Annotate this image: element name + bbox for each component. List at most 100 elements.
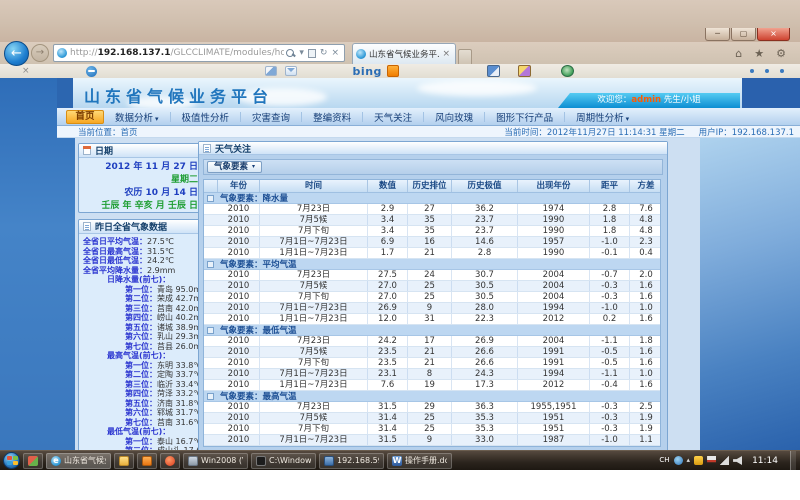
taskbar-app-media[interactable]: [137, 453, 157, 469]
start-button[interactable]: [3, 452, 20, 469]
column-header-6[interactable]: 距平: [590, 180, 630, 192]
refresh-icon[interactable]: ↻: [318, 48, 330, 58]
minimize-button[interactable]: ─: [705, 28, 730, 41]
taskbar-app-remote[interactable]: 192.168.59.99...: [319, 453, 384, 469]
table-row[interactable]: 20107月23日27.52430.72004-0.72.0: [204, 270, 660, 281]
nav-item-0[interactable]: 首页: [66, 110, 104, 124]
taskbar-app-console[interactable]: C:\Windows\s...: [251, 453, 316, 469]
show-desktop-button[interactable]: [790, 451, 796, 471]
taskbar-app-folder[interactable]: [114, 453, 134, 469]
column-header-2[interactable]: 数值: [368, 180, 408, 192]
bing-logo[interactable]: bing: [353, 65, 382, 78]
table-row[interactable]: 20107月23日31.52936.31955,1951-0.32.5: [204, 402, 660, 413]
taskbar-app-player[interactable]: [160, 453, 180, 469]
nav-item-6[interactable]: 风向玫瑰: [424, 110, 484, 124]
settings-gear-icon[interactable]: ⚙: [776, 47, 786, 60]
expand-collapse-icon[interactable]: [207, 261, 214, 268]
blocked-addon-icon[interactable]: [86, 66, 97, 77]
table-row[interactable]: 20107月1日~7月23日26.9928.01994-1.01.0: [204, 303, 660, 314]
mail-icon[interactable]: [285, 66, 297, 76]
tab-close-icon[interactable]: ×: [440, 49, 452, 59]
table-row[interactable]: 20107月1日~7月23日6.91614.61957-1.02.3: [204, 237, 660, 248]
tray-hidden-icon[interactable]: ▴: [687, 456, 691, 465]
url-text[interactable]: http://192.168.137.1/GLCCLIMATE/modules/…: [70, 48, 284, 58]
tab-title: 山东省气候业务平...: [369, 48, 440, 60]
home-icon[interactable]: ⌂: [735, 47, 742, 60]
table-row[interactable]: 20107月下旬23.52126.61991-0.51.6: [204, 358, 660, 369]
nav-item-2[interactable]: 极值性分析: [171, 110, 241, 124]
table-row[interactable]: 20107月1日~7月23日31.5933.01987-1.01.1: [204, 435, 660, 446]
close-pane-icon[interactable]: ×: [22, 66, 30, 76]
info-bar: 当前位置：首页 当前时间：2012年11月27日 11:14:31 星期二 用户…: [57, 126, 800, 138]
column-header-1[interactable]: 时间: [260, 180, 368, 192]
taskbar-app-word[interactable]: W操作手册.docx ...: [387, 453, 452, 469]
table-row[interactable]: 20107月下旬27.02530.52004-0.31.6: [204, 292, 660, 303]
address-bar[interactable]: http://192.168.137.1/GLCCLIMATE/modules/…: [53, 44, 345, 62]
table-row[interactable]: 20107月5候3.43523.719901.84.8: [204, 215, 660, 226]
nav-item-8[interactable]: 周期性分析▾: [565, 110, 640, 124]
expand-collapse-icon[interactable]: [207, 393, 214, 400]
nav-item-3[interactable]: 灾害查询: [241, 110, 301, 124]
autocomplete-caret-icon[interactable]: ▾: [297, 48, 306, 58]
favorites-star-icon[interactable]: ★: [754, 47, 764, 60]
search-icon[interactable]: [286, 49, 295, 58]
group-header-2[interactable]: 气象要素：最低气温: [204, 325, 660, 336]
table-row[interactable]: 20107月5候27.02530.52004-0.31.6: [204, 281, 660, 292]
nav-item-7[interactable]: 图形下行产品: [485, 110, 564, 124]
table-row[interactable]: 20107月5候31.42535.31951-0.31.9: [204, 413, 660, 424]
expand-collapse-icon[interactable]: [207, 195, 214, 202]
tray-flag-icon[interactable]: [707, 456, 716, 465]
taskbar-app-window[interactable]: Win2008 (VS2...: [183, 453, 248, 469]
column-header-3[interactable]: 历史排位: [408, 180, 452, 192]
table-row[interactable]: 20107月5候23.52126.61991-0.51.6: [204, 347, 660, 358]
group-header-1[interactable]: 气象要素：平均气温: [204, 259, 660, 270]
nav-item-4[interactable]: 整编资料: [302, 110, 362, 124]
tray-lang-icon[interactable]: CH: [659, 456, 669, 465]
tools-shortcut-icon[interactable]: [518, 65, 531, 77]
player-icon: [165, 456, 175, 466]
table-row[interactable]: 20107月23日24.21726.92004-1.11.8: [204, 336, 660, 347]
globe-shortcut-icon[interactable]: [561, 65, 574, 77]
group-header-3[interactable]: 气象要素：最高气温: [204, 391, 660, 402]
tray-security-icon[interactable]: [694, 456, 703, 465]
cell: 2010: [218, 402, 260, 412]
taskbar-app-app[interactable]: [23, 453, 43, 469]
table-row[interactable]: 20107月下旬3.43523.719901.84.8: [204, 226, 660, 237]
site-icon: [57, 48, 67, 58]
group-header-0[interactable]: 气象要素：降水量: [204, 193, 660, 204]
taskbar-clock[interactable]: 11:14: [752, 456, 778, 466]
column-header-0[interactable]: 年份: [218, 180, 260, 192]
taskbar-app-ie[interactable]: e山东省气候业...: [46, 453, 111, 469]
tray-net-icon[interactable]: [720, 456, 729, 465]
back-button[interactable]: ←: [4, 41, 29, 66]
media-shortcut-icon[interactable]: [487, 65, 500, 77]
screen: ─ ▢ × ← → http://192.168.137.1/GLCCLIMAT…: [0, 0, 800, 500]
column-header-4[interactable]: 历史极值: [452, 180, 518, 192]
cards-icon[interactable]: [265, 66, 277, 76]
new-tab-button[interactable]: [458, 49, 472, 64]
element-selector-button[interactable]: 气象要素▾: [207, 161, 262, 173]
section-title-2: 最低气温(前七)：: [83, 427, 203, 437]
browser-tab[interactable]: 山东省气候业务平... ×: [352, 43, 456, 64]
stop-icon[interactable]: ×: [329, 48, 341, 58]
table-row[interactable]: 20107月1日~7月23日23.1824.31994-1.11.0: [204, 369, 660, 380]
forward-button[interactable]: →: [31, 44, 49, 62]
maximize-button[interactable]: ▢: [731, 28, 756, 41]
nav-item-5[interactable]: 天气关注: [363, 110, 423, 124]
tray-vol-icon[interactable]: [733, 456, 742, 465]
column-header-5[interactable]: 出现年份: [518, 180, 590, 192]
overflow-dots-icon[interactable]: [750, 69, 784, 73]
nav-item-1[interactable]: 数据分析▾: [104, 110, 170, 124]
close-button[interactable]: ×: [757, 28, 790, 41]
bing-tile-icon[interactable]: [387, 65, 399, 77]
cell: -0.5: [590, 347, 630, 357]
compatibility-view-icon[interactable]: [308, 49, 316, 58]
expand-collapse-icon[interactable]: [207, 327, 214, 334]
cell: 3.4: [368, 215, 408, 225]
cell: 1.6: [630, 314, 662, 324]
cell: 1991: [518, 347, 590, 357]
table-row[interactable]: 20107月23日2.92736.219742.87.6: [204, 204, 660, 215]
column-header-7[interactable]: 方差: [630, 180, 662, 192]
table-row[interactable]: 20107月下旬31.42535.31951-0.31.9: [204, 424, 660, 435]
tray-action-icon[interactable]: [674, 456, 683, 465]
